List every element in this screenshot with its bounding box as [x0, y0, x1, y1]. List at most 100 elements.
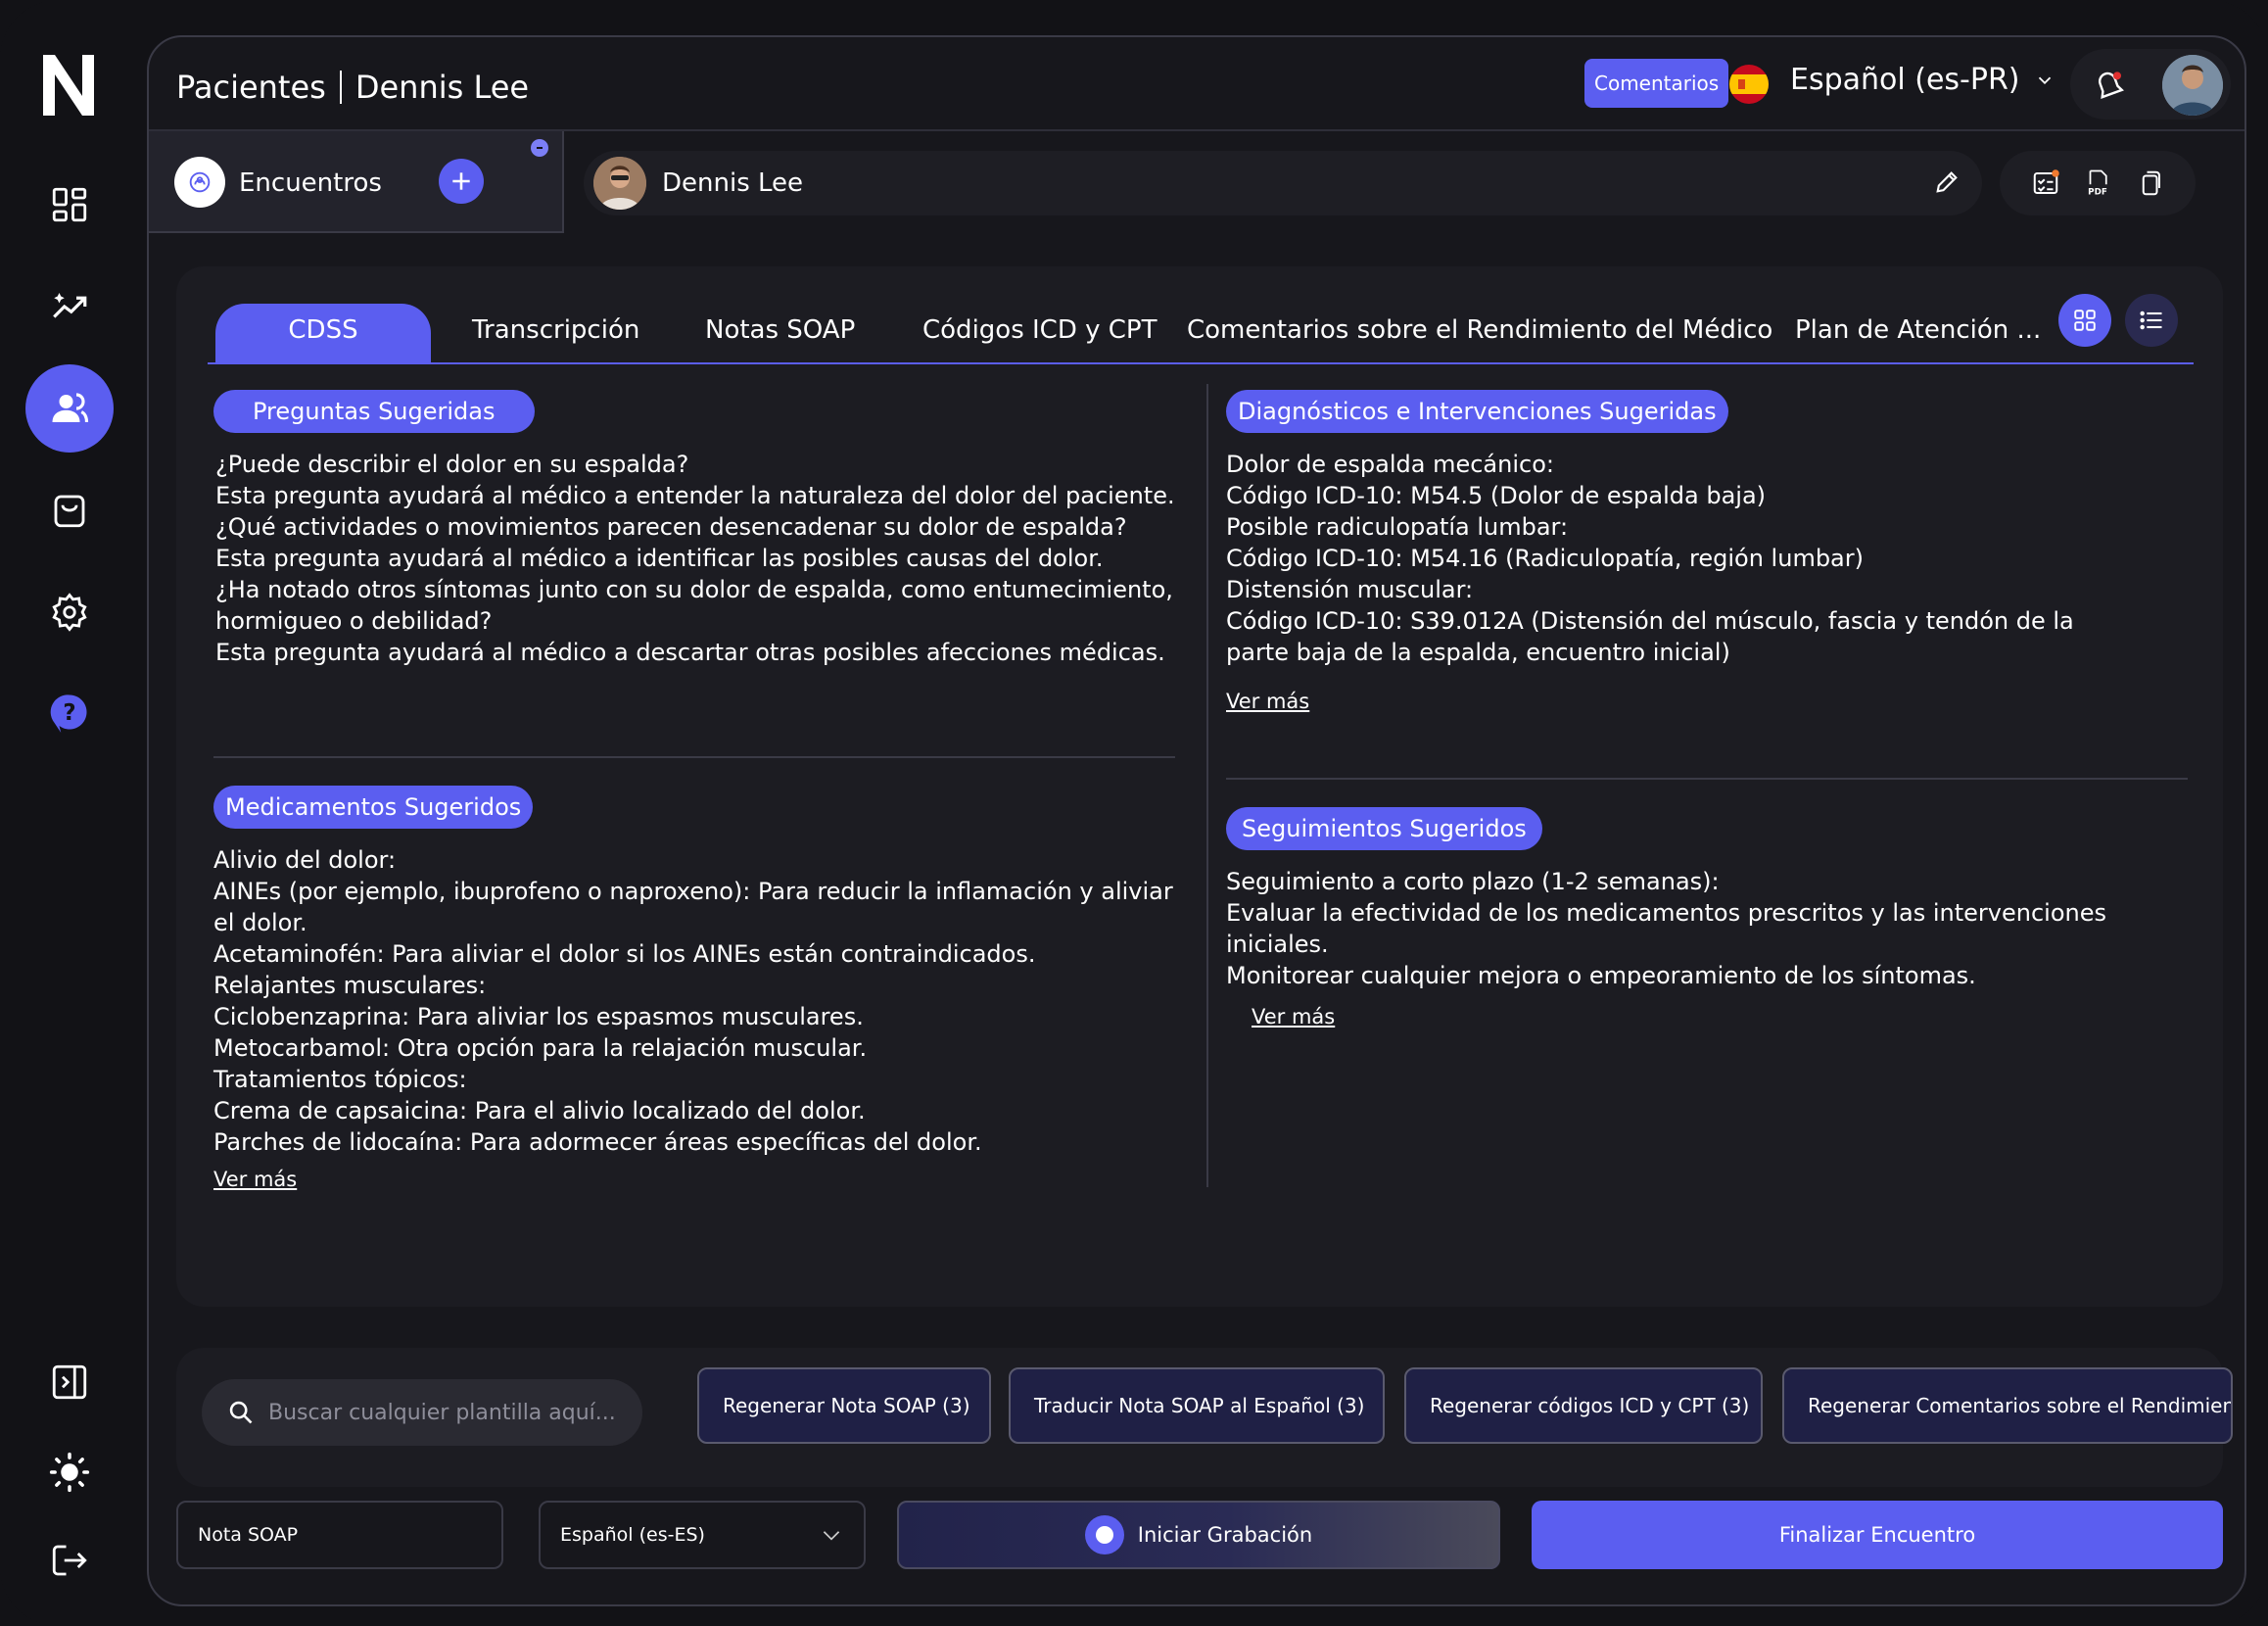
copy-icon[interactable] [2135, 168, 2164, 198]
plus-icon [452, 172, 470, 190]
patient-header: Dennis Lee [584, 151, 1982, 215]
text-line: ¿Qué actividades o movimientos parecen d… [215, 513, 1127, 541]
translate-soap-button[interactable]: Traducir Nota SOAP al Español (3) [1009, 1367, 1385, 1444]
text-line: Código ICD-10: M54.5 (Dolor de espalda b… [1226, 482, 1767, 509]
finish-encounter-button[interactable]: Finalizar Encuentro [1532, 1501, 2223, 1569]
edit-pencil-icon[interactable] [1933, 168, 1961, 196]
record-icon [1084, 1515, 1124, 1554]
text-line: ¿Puede describir el dolor en su espalda? [215, 451, 689, 478]
text-line: el dolor. [213, 909, 307, 936]
language-label: Español (es-PR) [1790, 63, 2020, 97]
tab-transcripcion[interactable]: Transcripción [472, 315, 639, 345]
tab-plan-atencion[interactable]: Plan de Atención ... [1795, 315, 2041, 345]
checklist-icon[interactable] [2031, 168, 2060, 198]
tab-comentarios-rendimiento[interactable]: Comentarios sobre el Rendimiento del Méd… [1187, 315, 1772, 345]
logout-icon[interactable] [25, 1516, 114, 1604]
encounters-label: Encuentros [239, 168, 382, 198]
collapse-encounters-button[interactable] [531, 139, 548, 157]
notification-bell-icon[interactable] [2094, 71, 2125, 102]
text-line: Esta pregunta ayudará al médico a descar… [215, 639, 1165, 666]
start-recording-label: Iniciar Grabación [1137, 1523, 1313, 1547]
note-template-select[interactable]: Nota SOAP [176, 1501, 503, 1569]
settings-gear-icon[interactable] [25, 568, 114, 656]
text-line: Ciclobenzaprina: Para aliviar los espasm… [213, 1003, 864, 1030]
regenerate-codes-button[interactable]: Regenerar códigos ICD y CPT (3) [1404, 1367, 1763, 1444]
breadcrumb-section[interactable]: Pacientes [176, 69, 326, 106]
text-line: Relajantes musculares: [213, 972, 487, 999]
search-icon [229, 1401, 253, 1424]
text-line: Evaluar la efectividad de los medicament… [1226, 899, 2107, 927]
text-line: Posible radiculopatía lumbar: [1226, 513, 1569, 541]
diagnoses-see-more-link[interactable]: Ver más [1226, 690, 1309, 713]
list-view-button[interactable] [2125, 294, 2178, 347]
analytics-icon[interactable] [25, 263, 114, 351]
medications-title: Medicamentos Sugeridos [213, 786, 534, 829]
user-avatar[interactable] [2162, 55, 2223, 116]
followups-title: Seguimientos Sugeridos [1226, 807, 1542, 850]
breadcrumb: Pacientes Dennis Lee [176, 69, 529, 106]
text-line: Código ICD-10: S39.012A (Distensión del … [1226, 607, 2074, 635]
help-icon[interactable]: ? [25, 668, 114, 756]
theme-sun-icon[interactable] [25, 1428, 114, 1516]
feedback-button[interactable]: Comentarios [1584, 59, 1729, 108]
top-bar: Pacientes Dennis Lee Comentarios Español… [149, 37, 2244, 131]
tab-cdss[interactable]: CDSS [215, 304, 431, 362]
text-line: ¿Ha notado otros síntomas junto con su d… [215, 576, 1173, 603]
output-language-select[interactable]: Español (es-ES) [539, 1501, 866, 1569]
app-logo [39, 51, 98, 120]
grid-view-button[interactable] [2058, 294, 2111, 347]
app-window: ? Pacientes Dennis Lee Comentarios Españ… [0, 0, 2268, 1626]
breadcrumb-patient: Dennis Lee [354, 69, 530, 106]
text-line: Acetaminofén: Para aliviar el dolor si l… [213, 940, 1036, 968]
text-line: Esta pregunta ayudará al médico a entend… [215, 482, 1175, 509]
diagnoses-text: Dolor de espalda mecánico: Código ICD-10… [1226, 449, 2074, 668]
divider [1226, 778, 2188, 780]
text-line: Seguimiento a corto plazo (1-2 semanas): [1226, 868, 1720, 895]
text-line: Código ICD-10: M54.16 (Radiculopatía, re… [1226, 545, 1864, 572]
text-line: Parches de lidocaína: Para adormecer áre… [213, 1128, 982, 1156]
chevron-down-icon [823, 1531, 840, 1541]
template-search[interactable] [202, 1379, 642, 1446]
encounter-icon [174, 157, 225, 208]
minus-icon [537, 147, 543, 149]
breadcrumb-separator [339, 71, 342, 104]
text-line: Tratamientos tópicos: [213, 1066, 467, 1093]
start-recording-button[interactable]: Iniciar Grabación [897, 1501, 1500, 1569]
regenerate-feedback-button[interactable]: Regenerar Comentarios sobre el Rendimien… [1782, 1367, 2233, 1444]
tab-codigos-icd-cpt[interactable]: Códigos ICD y CPT [922, 315, 1157, 345]
followups-see-more-link[interactable]: Ver más [1252, 1005, 1335, 1028]
text-line: Crema de capsaicina: Para el alivio loca… [213, 1097, 866, 1124]
profile-menu[interactable] [2070, 49, 2231, 120]
patient-avatar [593, 157, 646, 210]
document-tools: PDF [2000, 151, 2196, 215]
divider [213, 756, 1175, 758]
column-divider [1206, 384, 1208, 1187]
list-icon [2140, 311, 2162, 330]
output-language-value: Español (es-ES) [560, 1524, 705, 1546]
chevron-down-icon [2038, 76, 2051, 84]
template-search-input[interactable] [268, 1400, 621, 1425]
main-panel: Pacientes Dennis Lee Comentarios Español… [147, 35, 2246, 1606]
regenerate-soap-button[interactable]: Regenerar Nota SOAP (3) [697, 1367, 991, 1444]
patient-name: Dennis Lee [662, 168, 804, 198]
text-line: Distensión muscular: [1226, 576, 1474, 603]
spain-flag-icon [1729, 65, 1769, 104]
medications-see-more-link[interactable]: Ver más [213, 1168, 297, 1191]
followups-text: Seguimiento a corto plazo (1-2 semanas):… [1226, 866, 2106, 991]
patients-icon[interactable] [25, 364, 114, 453]
grid-icon [2074, 310, 2096, 331]
svg-text:PDF: PDF [2088, 187, 2107, 197]
pdf-icon[interactable]: PDF [2083, 168, 2112, 198]
template-actions-bar: Regenerar Nota SOAP (3) Traducir Nota SO… [176, 1348, 2233, 1487]
add-encounter-button[interactable] [439, 159, 484, 204]
tab-bar: CDSS Transcripción Notas SOAP Códigos IC… [208, 294, 2194, 364]
note-template-value: Nota SOAP [198, 1524, 299, 1546]
collapse-panel-icon[interactable] [25, 1338, 114, 1426]
shopping-bag-icon[interactable] [25, 466, 114, 554]
language-selector[interactable]: Español (es-PR) [1790, 63, 2055, 97]
tab-notas-soap[interactable]: Notas SOAP [705, 315, 855, 345]
text-line: hormigueo o debilidad? [215, 607, 493, 635]
text-line: Dolor de espalda mecánico: [1226, 451, 1554, 478]
svg-text:?: ? [63, 700, 75, 726]
dashboard-icon[interactable] [25, 161, 114, 249]
